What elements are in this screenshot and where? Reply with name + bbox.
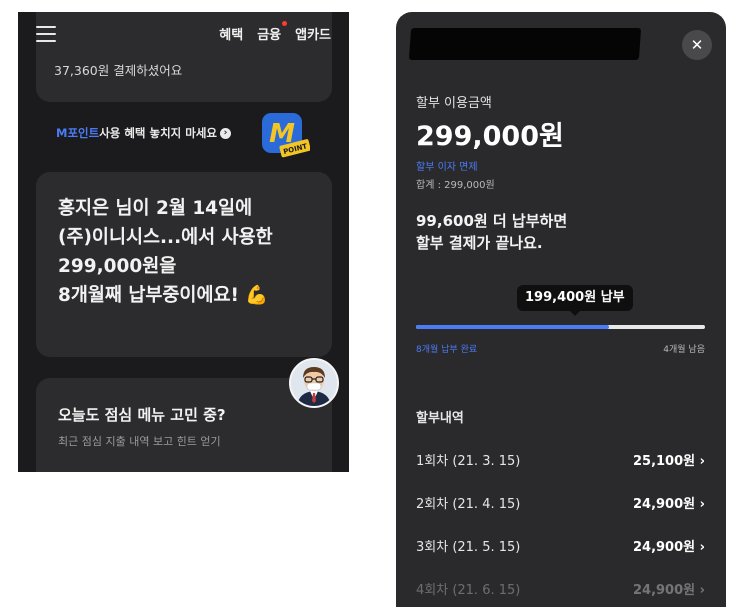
nav-benefits[interactable]: 혜택 bbox=[219, 24, 243, 43]
lunch-subtitle: 최근 점심 지출 내역 보고 힌트 얻기 bbox=[58, 435, 221, 448]
promo-text: 사용 혜택 놓치지 마세요 bbox=[99, 126, 217, 140]
history-row-label: 3회차 (21. 5. 15) bbox=[416, 540, 521, 555]
installment-amount-value: 299,000원 bbox=[416, 121, 564, 152]
left-phone-screen: 37,360원 결제하셨어요 혜택 금융 앱카드 M포인트 사용 혜택 놓치지 … bbox=[18, 12, 349, 472]
remaining-message: 99,600원 더 납부하면 할부 결제가 끝나요. bbox=[416, 212, 568, 252]
history-row-label: 1회차 (21. 3. 15) bbox=[416, 454, 521, 469]
promo-highlight: M포인트 bbox=[56, 126, 100, 140]
top-bar: 혜택 금융 앱카드 bbox=[18, 12, 349, 52]
payment-summary-text: 37,360원 결제하셨어요 bbox=[54, 63, 183, 78]
progress-remaining-label: 4개월 남음 bbox=[663, 345, 705, 355]
interest-free-label: 할부 이자 면제 bbox=[416, 162, 478, 173]
history-row[interactable]: 4회차 (21. 6. 15) 24,900원 › bbox=[416, 579, 705, 599]
history-row[interactable]: 1회차 (21. 3. 15) 25,100원 › bbox=[416, 450, 705, 470]
lunch-card[interactable]: 오늘도 점심 메뉴 고민 중? 최근 점심 지출 내역 보고 힌트 얻기 bbox=[36, 378, 332, 472]
history-row-amount: 24,900원 › bbox=[632, 583, 705, 598]
paid-amount-tooltip: 199,400원 납부 bbox=[517, 285, 633, 316]
history-row-amount: 24,900원 › bbox=[632, 497, 705, 512]
chatbot-avatar[interactable] bbox=[289, 358, 339, 408]
notification-dot bbox=[282, 21, 288, 26]
history-row-label: 2회차 (21. 4. 15) bbox=[416, 497, 521, 512]
lunch-title: 오늘도 점심 메뉴 고민 중? bbox=[58, 406, 226, 424]
history-row[interactable]: 2회차 (21. 4. 15) 24,900원 › bbox=[416, 493, 705, 513]
progress-paid-label: 8개월 납부 완료 bbox=[416, 345, 478, 355]
installment-status-card[interactable]: 홍지은 님이 2월 14일에 (주)이니시스...에서 사용한 299,000원… bbox=[36, 172, 332, 357]
arrow-right-icon: › bbox=[220, 127, 231, 139]
character-avatar-icon bbox=[291, 360, 337, 406]
installment-detail-sheet: ✕ 할부 이용금액 299,000원 할부 이자 면제 합계 : 299,000… bbox=[396, 12, 726, 607]
payment-progress-fill bbox=[416, 325, 609, 329]
history-row-label: 4회차 (21. 6. 15) bbox=[416, 583, 521, 598]
installment-message: 홍지은 님이 2월 14일에 (주)이니시스...에서 사용한 299,000원… bbox=[58, 198, 273, 306]
redacted-merchant-name bbox=[408, 28, 642, 60]
nav-finance[interactable]: 금융 bbox=[257, 21, 288, 43]
installment-amount-label: 할부 이용금액 bbox=[416, 96, 492, 111]
history-row[interactable]: 3회차 (21. 5. 15) 24,900원 › bbox=[416, 536, 705, 556]
history-title: 할부내역 bbox=[416, 411, 464, 426]
history-row-amount: 24,900원 › bbox=[632, 540, 705, 555]
mpoint-promo-link[interactable]: M포인트 사용 혜택 놓치지 마세요 › bbox=[56, 125, 231, 141]
nav-finance-label: 금융 bbox=[257, 28, 282, 43]
total-label: 합계 : 299,000원 bbox=[416, 180, 495, 191]
payment-progress-bar bbox=[416, 325, 705, 329]
top-nav: 혜택 금융 앱카드 bbox=[219, 21, 331, 43]
mpoint-badge-icon[interactable]: M POINT bbox=[256, 109, 310, 159]
menu-icon[interactable] bbox=[36, 26, 56, 42]
history-row-amount: 25,100원 › bbox=[632, 454, 705, 469]
close-button[interactable]: ✕ bbox=[682, 30, 712, 60]
nav-appcard[interactable]: 앱카드 bbox=[295, 24, 331, 43]
